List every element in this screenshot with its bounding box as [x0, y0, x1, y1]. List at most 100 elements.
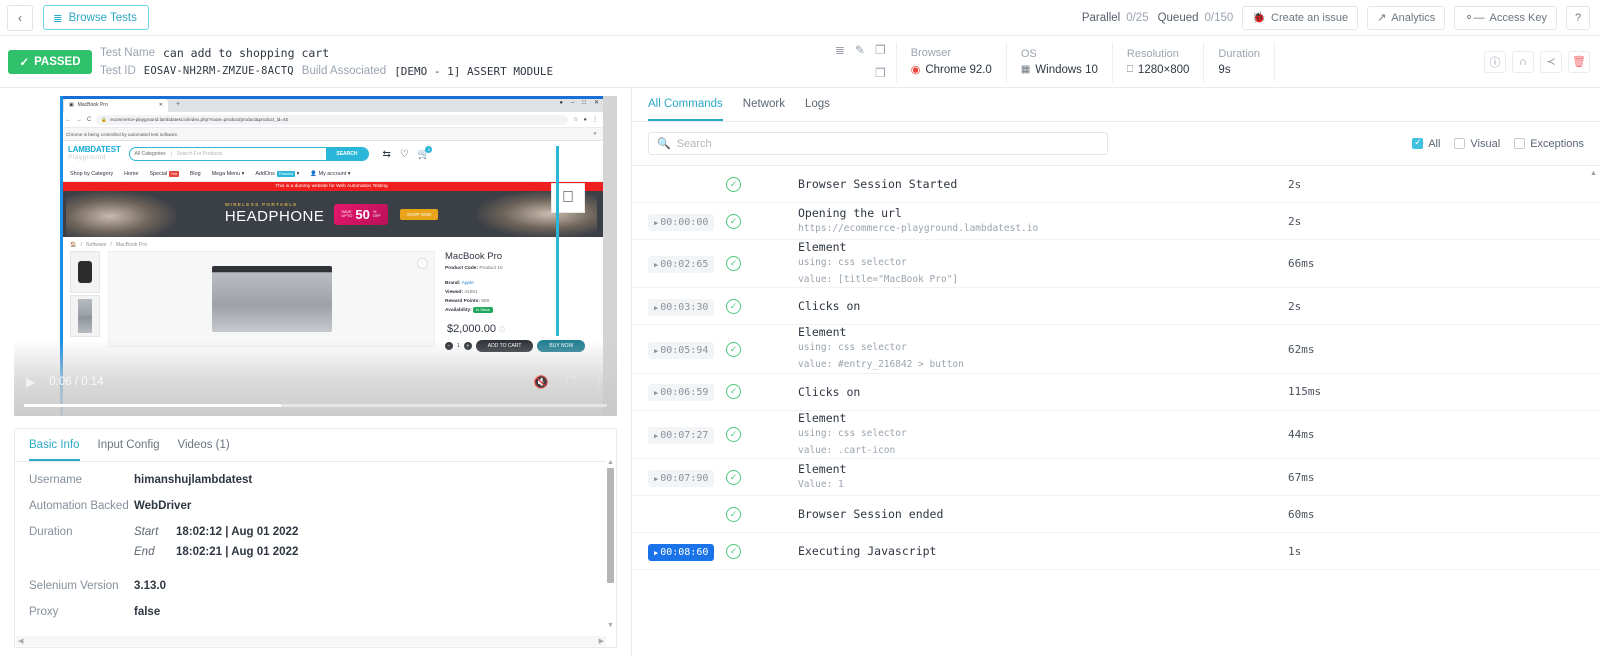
command-row[interactable]: ▶00:06:59✓Clicks on115ms [632, 374, 1600, 411]
search-input[interactable] [677, 138, 1099, 150]
key-icon: ⚬— [1464, 11, 1484, 24]
edit-pencil-icon[interactable]: ✎ [855, 43, 865, 57]
product-price-value: $2,000.00 [447, 323, 496, 335]
meta-browser-value-row: ◉ Chrome 92.0 [911, 63, 992, 76]
nav-mega-menu: Mega Menu ▾ [212, 171, 245, 177]
command-row[interactable]: ▶00:07:90✓ElementValue: 167ms [632, 459, 1600, 496]
share-icon-button[interactable]: ≺ [1540, 51, 1562, 73]
command-description-cell: ElementValue: 1 [798, 462, 1284, 493]
duration-values: Start 18:02:12 | Aug 01 2022 End 18:02:2… [134, 526, 298, 566]
meta-duration-label: Duration [1218, 48, 1260, 60]
command-title: Element [798, 240, 1284, 254]
browser-nav-bar: ← → C 🔒 ecommerce-playground.lambdatest.… [60, 112, 603, 128]
filter-all[interactable]: All [1412, 138, 1440, 150]
expand-caret-icon: ▶ [654, 347, 658, 355]
scroll-up-arrow-icon[interactable]: ▲ [607, 459, 614, 466]
success-check-icon: ✓ [726, 427, 741, 442]
tab-logs[interactable]: Logs [805, 98, 830, 121]
play-button-icon[interactable]: ▶ [26, 375, 35, 389]
command-timestamp-pill[interactable]: ▶00:05:94 [648, 342, 714, 359]
filter-visual-checkbox[interactable] [1454, 138, 1465, 149]
back-button[interactable]: ‹ [7, 5, 33, 31]
command-row[interactable]: ✓Browser Session Started2s [632, 166, 1600, 203]
tab-basic-info[interactable]: Basic Info [29, 439, 80, 461]
access-key-button[interactable]: ⚬— Access Key [1454, 6, 1557, 30]
copy-icon[interactable]: ❐ [875, 43, 886, 57]
reorder-icon[interactable]: ≣ [835, 43, 845, 57]
create-an-issue-button[interactable]: 🐞 Create an issue [1242, 6, 1358, 30]
scroll-right-arrow-icon[interactable]: ▶ [599, 637, 604, 645]
delete-icon-button[interactable]: 🗑 [1568, 51, 1590, 73]
video-menu-icon[interactable]: ⋮ [593, 375, 605, 389]
command-duration: 1s [1284, 545, 1584, 558]
logo-primary-text: LAMBDATEST [68, 146, 121, 154]
scroll-thumb[interactable] [607, 468, 614, 583]
command-row[interactable]: ▶00:08:60✓Executing Javascript1s [632, 533, 1600, 570]
parallel-value: 0/25 [1126, 12, 1148, 24]
analytics-button[interactable]: ↗ Analytics [1367, 6, 1445, 30]
meta-resolution: Resolution ⎕ 1280×800 [1112, 42, 1204, 82]
meta-resolution-label: Resolution [1127, 48, 1190, 60]
filter-all-checkbox[interactable] [1412, 138, 1423, 149]
command-timestamp-pill[interactable]: ▶00:07:90 [648, 470, 714, 487]
promo-model-left [66, 191, 176, 237]
command-timestamp-pill[interactable]: ▶00:03:30 [648, 299, 714, 316]
info-icon-button[interactable]: ⓘ [1484, 51, 1506, 73]
help-button[interactable]: ? [1566, 6, 1590, 30]
cart-count-badge: 0 [425, 146, 432, 153]
command-timestamp-pill[interactable]: ▶00:02:65 [648, 256, 714, 273]
lock-icon: 🔒 [101, 117, 107, 123]
test-meta-grid: Browser ◉ Chrome 92.0 OS ▦ Windows 10 Re… [896, 36, 1474, 87]
info-vertical-scrollbar[interactable]: ▲ ▼ [606, 459, 615, 629]
copy-test-id-icon[interactable]: ❐ [875, 66, 886, 80]
command-row[interactable]: ▶00:00:00✓Opening the urlhttps://ecommer… [632, 203, 1600, 240]
url-text: ecommerce-playground.lambdatest.io/index… [110, 117, 288, 122]
info-horizontal-scrollbar[interactable]: ◀ ▶ [16, 636, 606, 646]
command-timestamp-pill[interactable]: ▶00:07:27 [648, 427, 714, 444]
tab-input-config[interactable]: Input Config [98, 439, 160, 461]
commands-scrollbar[interactable]: ▲ [1589, 170, 1598, 177]
scroll-left-arrow-icon[interactable]: ◀ [18, 637, 23, 645]
filter-visual[interactable]: Visual [1454, 138, 1500, 150]
viewed-row: Viewed: 41501 [445, 288, 593, 297]
commands-list: ▲ ✓Browser Session Started2s▶00:00:00✓Op… [632, 165, 1600, 656]
command-row[interactable]: ✓Browser Session ended60ms [632, 496, 1600, 533]
scroll-down-arrow-icon[interactable]: ▼ [607, 622, 614, 629]
windows-icon: ▦ [1021, 64, 1030, 75]
filter-exceptions[interactable]: Exceptions [1514, 138, 1584, 150]
video-controls-right: 🔇 ⛶ ⋮ [534, 374, 605, 389]
tab-network[interactable]: Network [743, 98, 785, 121]
video-progress-bar[interactable] [24, 404, 607, 407]
command-row[interactable]: ▶00:07:27✓Elementusing: css selectorvalu… [632, 411, 1600, 459]
product-details: MacBook Pro Product Code: Product 10 Bra… [443, 251, 593, 352]
command-timestamp-cell: ▶00:08:60 [648, 542, 726, 561]
success-check-icon: ✓ [726, 342, 741, 357]
compare-icon: ⇆ [383, 149, 391, 160]
success-check-icon: ✓ [726, 507, 741, 522]
proxy-value: false [134, 606, 160, 618]
commands-search-box[interactable]: 🔍 [648, 132, 1108, 155]
command-row[interactable]: ▶00:05:94✓Elementusing: css selectorvalu… [632, 325, 1600, 373]
command-row[interactable]: ▶00:03:30✓Clicks on2s [632, 288, 1600, 325]
command-timestamp-pill[interactable]: ▶00:00:00 [648, 214, 714, 231]
tab-videos[interactable]: Videos (1) [178, 439, 230, 461]
command-timestamp-pill[interactable]: ▶00:08:60 [648, 544, 714, 561]
test-name-value: can add to shopping cart [163, 46, 329, 60]
command-subtext: value: #entry_216842 > button [798, 358, 1284, 373]
browser-forward-icon: → [76, 117, 82, 123]
command-title: Browser Session ended [798, 507, 1284, 521]
magnet-icon-button[interactable]: ∩ [1512, 51, 1534, 73]
availability-label: Availability: [445, 308, 472, 313]
command-row[interactable]: ▶00:02:65✓Elementusing: css selectorvalu… [632, 240, 1600, 288]
meta-browser-label: Browser [911, 47, 992, 59]
command-timestamp-pill[interactable]: ▶00:06:59 [648, 384, 714, 401]
mute-icon[interactable]: 🔇 [534, 375, 549, 389]
tab-all-commands[interactable]: All Commands [648, 98, 723, 121]
lambdatest-logo: LAMBDATEST Playground [68, 146, 121, 162]
video-player[interactable]: ▣ MacBook Pro ✕ + ● – □ ✕ [14, 96, 617, 416]
filter-exceptions-checkbox[interactable] [1514, 138, 1525, 149]
proxy-label: Proxy [29, 606, 134, 618]
selenium-version-value: 3.13.0 [134, 580, 166, 592]
fullscreen-icon[interactable]: ⛶ [567, 374, 575, 389]
browse-tests-button[interactable]: ≣ Browse Tests [43, 5, 149, 30]
